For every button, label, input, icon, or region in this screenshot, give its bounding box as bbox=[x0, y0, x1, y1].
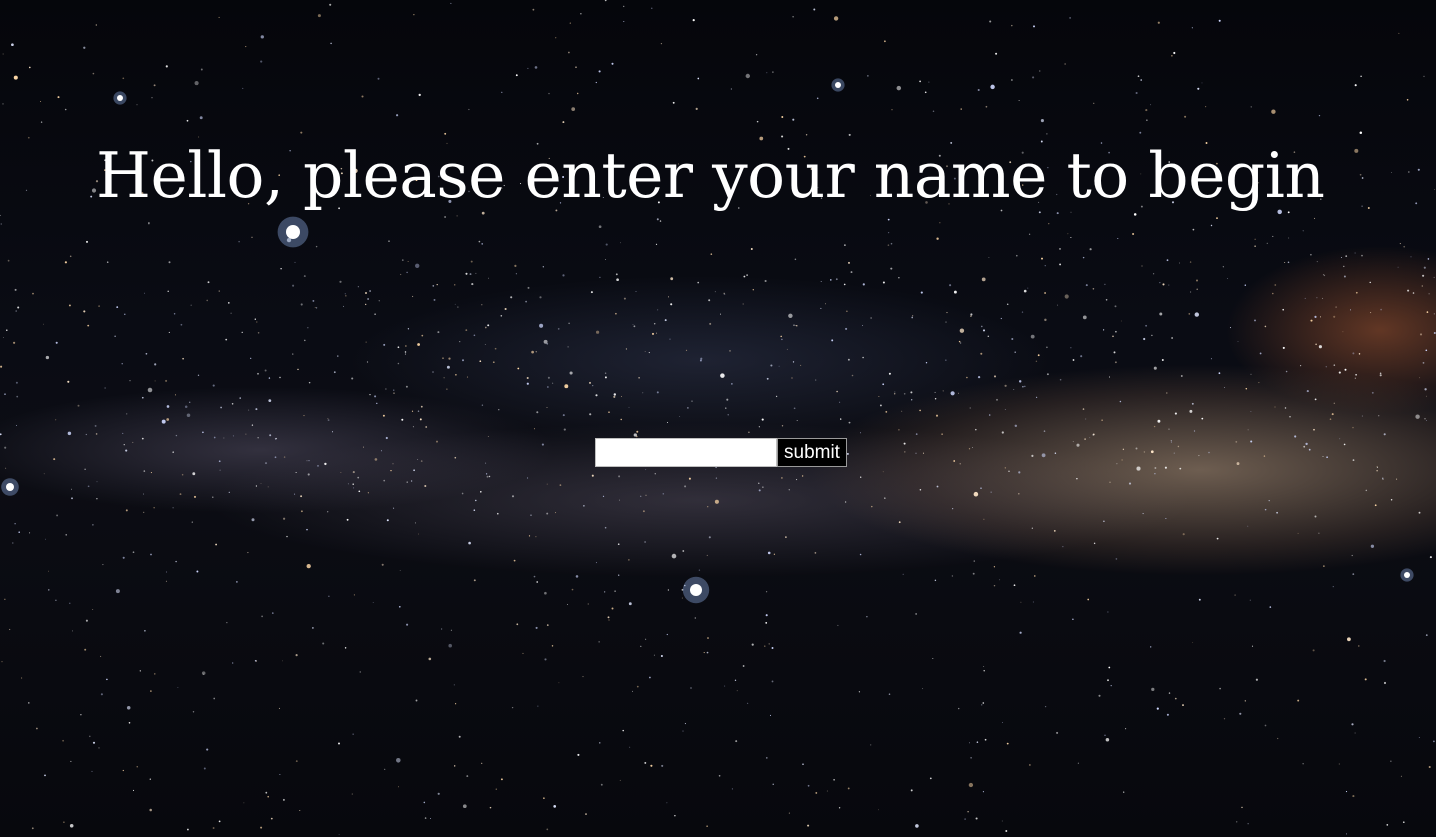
page-root: Hello, please enter your name to begin s… bbox=[0, 0, 1436, 837]
name-form: submit bbox=[595, 438, 847, 467]
submit-button[interactable]: submit bbox=[777, 438, 847, 467]
starfield-background bbox=[0, 0, 1436, 835]
page-title: Hello, please enter your name to begin bbox=[96, 139, 1325, 212]
name-input[interactable] bbox=[595, 438, 777, 467]
